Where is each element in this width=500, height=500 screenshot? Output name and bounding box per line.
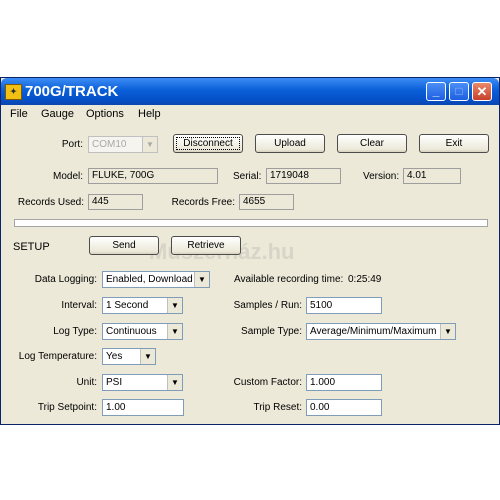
progress-bar [14, 219, 488, 227]
retrieve-button[interactable]: Retrieve [171, 236, 241, 255]
unit-value: PSI [106, 377, 123, 388]
maximize-button[interactable]: □ [449, 82, 469, 101]
menu-file[interactable]: File [10, 108, 28, 120]
menu-help[interactable]: Help [138, 108, 161, 120]
menu-options[interactable]: Options [86, 108, 124, 120]
chevron-down-icon: ▼ [140, 349, 155, 364]
data-logging-select[interactable]: Enabled, Download ▼ [102, 271, 210, 288]
setup-heading: SETUP [13, 241, 50, 253]
title-bar[interactable]: ✦ 700G/TRACK _ □ ✕ [1, 78, 499, 105]
recording-time-value: 0:25:49 [348, 274, 382, 285]
interval-label: Interval: [61, 300, 97, 311]
recording-time-label: Available recording time: [234, 274, 344, 285]
chevron-down-icon: ▼ [167, 298, 182, 313]
records-free-field: 4655 [239, 194, 294, 210]
records-free-label: Records Free: [171, 197, 235, 208]
samples-input[interactable]: 5100 [306, 297, 382, 314]
custom-factor-label: Custom Factor: [233, 377, 302, 388]
chevron-down-icon: ▼ [440, 324, 455, 339]
records-used-label: Records Used: [17, 197, 84, 208]
minimize-icon: _ [432, 84, 440, 98]
samples-label: Samples / Run: [233, 300, 302, 311]
trip-setpoint-label: Trip Setpoint: [37, 402, 97, 413]
close-icon: ✕ [476, 84, 488, 99]
port-value: COM10 [92, 139, 127, 150]
chevron-down-icon: ▼ [167, 375, 182, 390]
app-window: ✦ 700G/TRACK _ □ ✕ File Gauge Options He… [0, 77, 500, 425]
clear-button[interactable]: Clear [337, 134, 407, 153]
port-select: COM10 ▼ [88, 136, 158, 153]
sample-type-select[interactable]: Average/Minimum/Maximum ▼ [306, 323, 456, 340]
model-field: FLUKE, 700G [88, 168, 218, 184]
disconnect-button[interactable]: Disconnect [173, 134, 243, 153]
sample-type-label: Sample Type: [241, 326, 302, 337]
records-used-field: 445 [88, 194, 143, 210]
send-button[interactable]: Send [89, 236, 159, 255]
port-label: Port: [61, 139, 83, 150]
log-type-label: Log Type: [53, 326, 97, 337]
fluke-app-icon: ✦ [5, 84, 22, 100]
log-type-value: Continuous [106, 326, 157, 337]
interval-select[interactable]: 1 Second ▼ [102, 297, 183, 314]
exit-button[interactable]: Exit [419, 134, 489, 153]
log-type-select[interactable]: Continuous ▼ [102, 323, 183, 340]
model-label: Model: [52, 171, 83, 182]
version-label: Version: [363, 171, 400, 182]
menu-gauge[interactable]: Gauge [41, 108, 74, 120]
menu-bar: File Gauge Options Help [1, 105, 499, 123]
log-temp-select[interactable]: Yes ▼ [102, 348, 156, 365]
trip-reset-input[interactable]: 0.00 [306, 399, 382, 416]
data-logging-label: Data Logging: [34, 274, 97, 285]
close-button[interactable]: ✕ [472, 82, 492, 101]
version-field: 4.01 [403, 168, 461, 184]
serial-label: Serial: [233, 171, 262, 182]
window-title: 700G/TRACK [25, 83, 119, 100]
chevron-down-icon: ▼ [142, 137, 157, 152]
log-temp-value: Yes [106, 351, 123, 362]
serial-field: 1719048 [266, 168, 341, 184]
trip-setpoint-input[interactable]: 1.00 [102, 399, 184, 416]
sample-type-value: Average/Minimum/Maximum [310, 326, 437, 337]
interval-value: 1 Second [106, 300, 149, 311]
minimize-button[interactable]: _ [426, 82, 446, 101]
chevron-down-icon: ▼ [167, 324, 182, 339]
maximize-icon: □ [455, 84, 463, 98]
chevron-down-icon: ▼ [194, 272, 209, 287]
unit-select[interactable]: PSI ▼ [102, 374, 183, 391]
log-temp-label: Log Temperature: [18, 351, 97, 362]
upload-button[interactable]: Upload [255, 134, 325, 153]
trip-reset-label: Trip Reset: [253, 402, 302, 413]
unit-label: Unit: [76, 377, 97, 388]
data-logging-value: Enabled, Download [106, 274, 193, 285]
custom-factor-input[interactable]: 1.000 [306, 374, 382, 391]
